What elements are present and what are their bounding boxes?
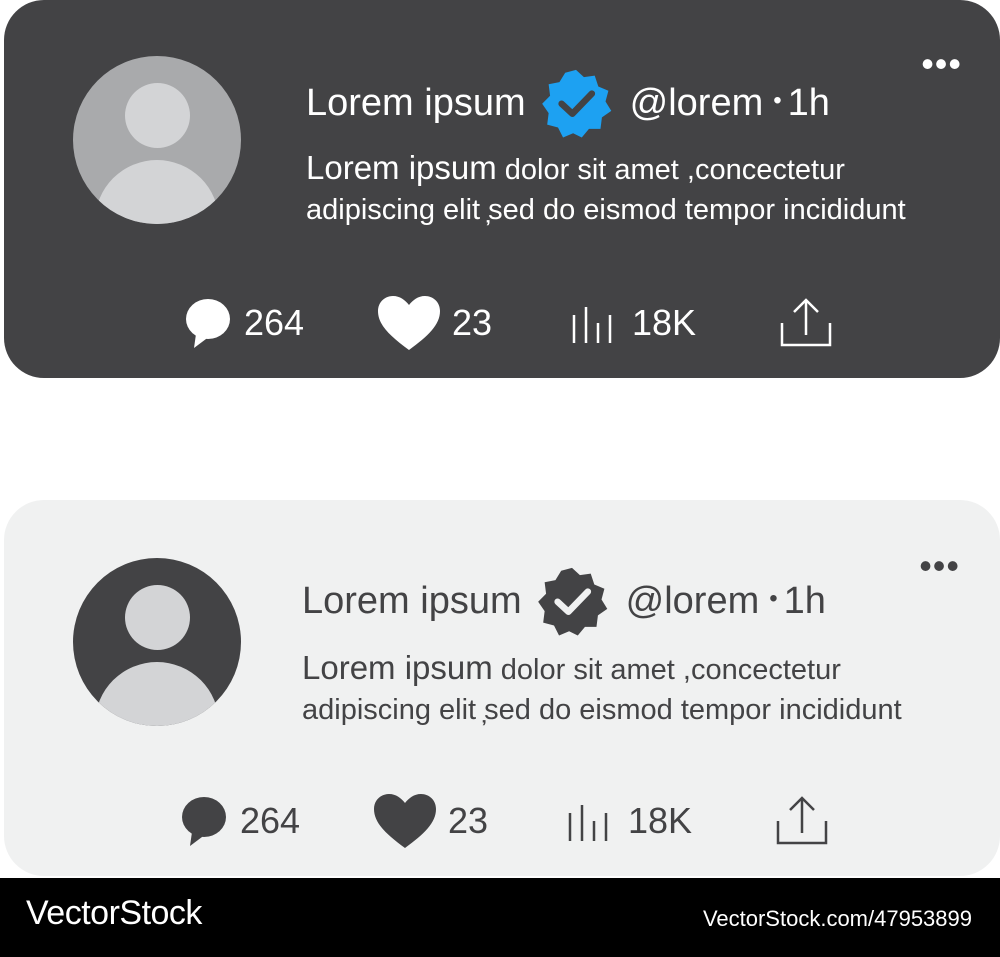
post-card-dark: Lorem ipsum @lorem • 1h ••• Lorem ipsum … [4,0,1000,378]
views-button[interactable]: 18K [566,786,692,856]
share-icon [780,298,832,347]
separator-dot: • [769,585,778,612]
post-time: 1h [783,579,826,622]
like-count: 23 [452,302,493,343]
verified-badge-icon [537,567,607,636]
author-handle[interactable]: @lorem [630,82,764,125]
post-header: Lorem ipsum @lorem • 1h [302,567,826,636]
share-icon [776,796,828,845]
views-count: 18K [632,302,697,343]
comment-icon [182,797,226,846]
share-button[interactable] [780,288,832,358]
watermark-footer: VectorStock VectorStock.com/47953899 [0,878,1000,957]
avatar-placeholder-icon[interactable] [73,558,241,726]
like-button[interactable]: 23 [372,786,488,856]
views-count: 18K [628,800,693,841]
separator-dot: • [773,87,782,114]
post-card-light: Lorem ipsum @lorem • 1h ••• Lorem ipsum … [4,500,1000,876]
stock-url: VectorStock.com/47953899 [702,906,972,931]
comment-button[interactable]: 264 [180,786,300,856]
author-name[interactable]: Lorem ipsum [306,82,526,125]
heart-icon [378,296,440,350]
post-body-lead: Lorem ipsum [302,649,493,686]
comment-count: 264 [244,302,305,343]
author-name[interactable]: Lorem ipsum [302,580,522,623]
like-button[interactable]: 23 [376,288,492,358]
views-button[interactable]: 18K [570,288,696,358]
post-header: Lorem ipsum @lorem • 1h [306,69,830,138]
like-count: 23 [448,800,489,841]
comment-count: 264 [240,800,301,841]
views-icon [572,307,612,343]
more-icon[interactable]: ••• [921,46,962,82]
more-icon[interactable]: ••• [919,548,960,584]
heart-icon [374,794,436,848]
post-body: Lorem ipsum dolor sit amet ,concectetur … [302,648,962,730]
verified-badge-icon [541,69,611,138]
post-body: Lorem ipsum dolor sit amet ,concectetur … [306,148,966,230]
author-handle[interactable]: @lorem [626,580,760,623]
post-time: 1h [787,81,830,124]
comment-icon [186,299,230,348]
share-button[interactable] [776,786,828,856]
brand-logo: VectorStock [26,894,202,932]
views-icon [568,805,608,841]
avatar-placeholder-icon[interactable] [73,56,241,224]
comment-button[interactable]: 264 [184,288,304,358]
post-body-lead: Lorem ipsum [306,149,497,186]
